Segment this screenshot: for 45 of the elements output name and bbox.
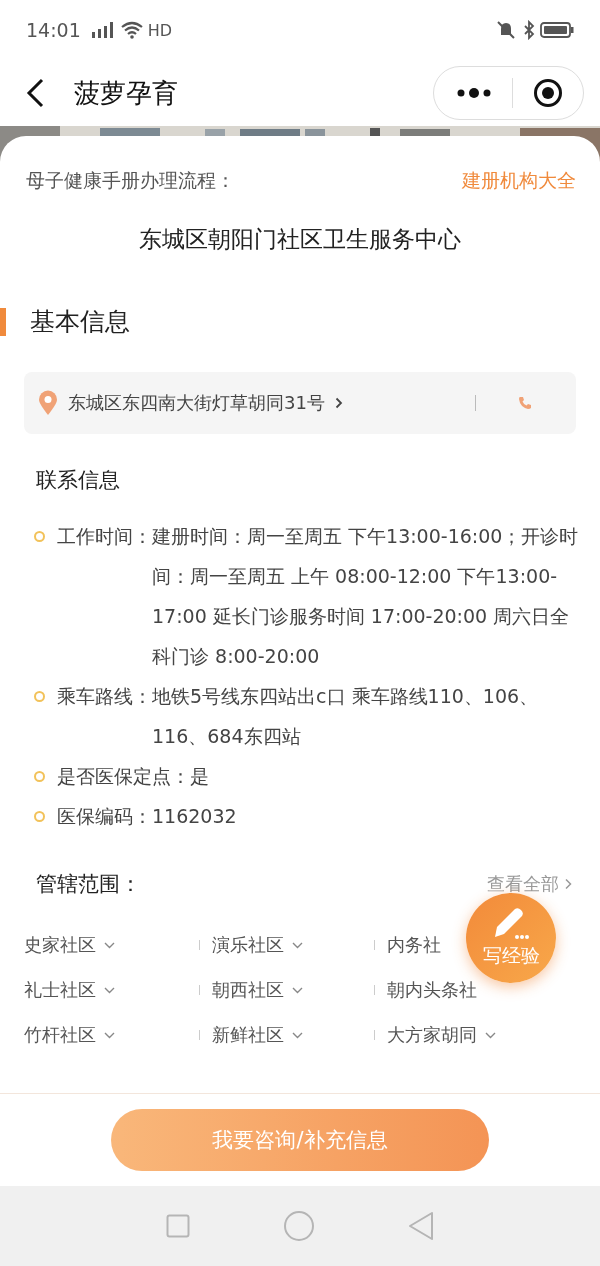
close-target-icon[interactable]	[533, 78, 563, 108]
community-name[interactable]: 史家社区	[24, 934, 96, 956]
page-title: 菠萝孕育	[74, 76, 178, 110]
community-name[interactable]: 竹杆社区	[24, 1024, 96, 1046]
info-value: 1162032	[152, 804, 238, 829]
location-pin-icon	[38, 390, 58, 416]
community-name[interactable]: 新鲜社区	[212, 1024, 284, 1046]
home-icon[interactable]	[283, 1210, 315, 1242]
phone-icon[interactable]	[518, 396, 532, 410]
bullet-icon	[34, 771, 45, 782]
info-value: 地铁5号线东四站出c口 乘车路线110、106、116、684东四站	[152, 684, 540, 749]
info-value: 建册时间：周一至周五 下午13:00-16:00；开诊时间：周一至周五 上午 08:00-12:00 下午13:00-17:00 延长门诊服务时间 17:00-20:00 周六日全科门诊 8:00-20:00	[152, 524, 580, 669]
community-name[interactable]: 内务社	[387, 934, 441, 956]
bullet-icon	[34, 691, 45, 702]
info-label: 医保编码：	[57, 804, 152, 829]
chevron-right-icon	[565, 878, 572, 890]
back-icon[interactable]	[26, 78, 46, 108]
chevron-right-icon	[334, 397, 343, 409]
bullet-icon	[34, 811, 45, 822]
recent-apps-icon[interactable]	[166, 1214, 191, 1238]
wifi-icon	[120, 21, 143, 39]
status-time: 14:01	[26, 19, 81, 41]
signal-icon	[89, 21, 116, 39]
community-name[interactable]: 朝西社区	[212, 979, 284, 1001]
network-label: HD	[147, 20, 173, 40]
battery-icon	[540, 21, 574, 39]
address-text: 东城区东四南大街灯草胡同31号	[68, 391, 325, 415]
community-name[interactable]: 礼士社区	[24, 979, 96, 1001]
more-icon[interactable]	[456, 87, 492, 99]
bluetooth-icon	[523, 20, 535, 40]
bullet-icon	[34, 531, 45, 542]
community-name[interactable]: 大方家胡同	[387, 1024, 477, 1046]
info-label: 工作时间：	[57, 524, 152, 549]
section-marker	[0, 307, 6, 336]
info-label: 是否医保定点：	[57, 764, 190, 789]
info-label: 乘车路线：	[57, 684, 152, 709]
center-name: 东城区朝阳门社区卫生服务中心	[138, 225, 462, 254]
community-name[interactable]: 演乐社区	[212, 934, 284, 956]
info-value: 是	[190, 764, 210, 789]
address-bar[interactable]: 东城区东四南大街灯草胡同31号	[24, 372, 576, 434]
coverage-title: 管辖范围：	[35, 871, 141, 898]
subtitle: 母子健康手册办理流程：	[26, 168, 235, 193]
contact-title: 联系信息	[35, 467, 121, 494]
back-triangle-icon[interactable]	[407, 1211, 434, 1241]
section-title: 基本信息	[30, 306, 130, 338]
